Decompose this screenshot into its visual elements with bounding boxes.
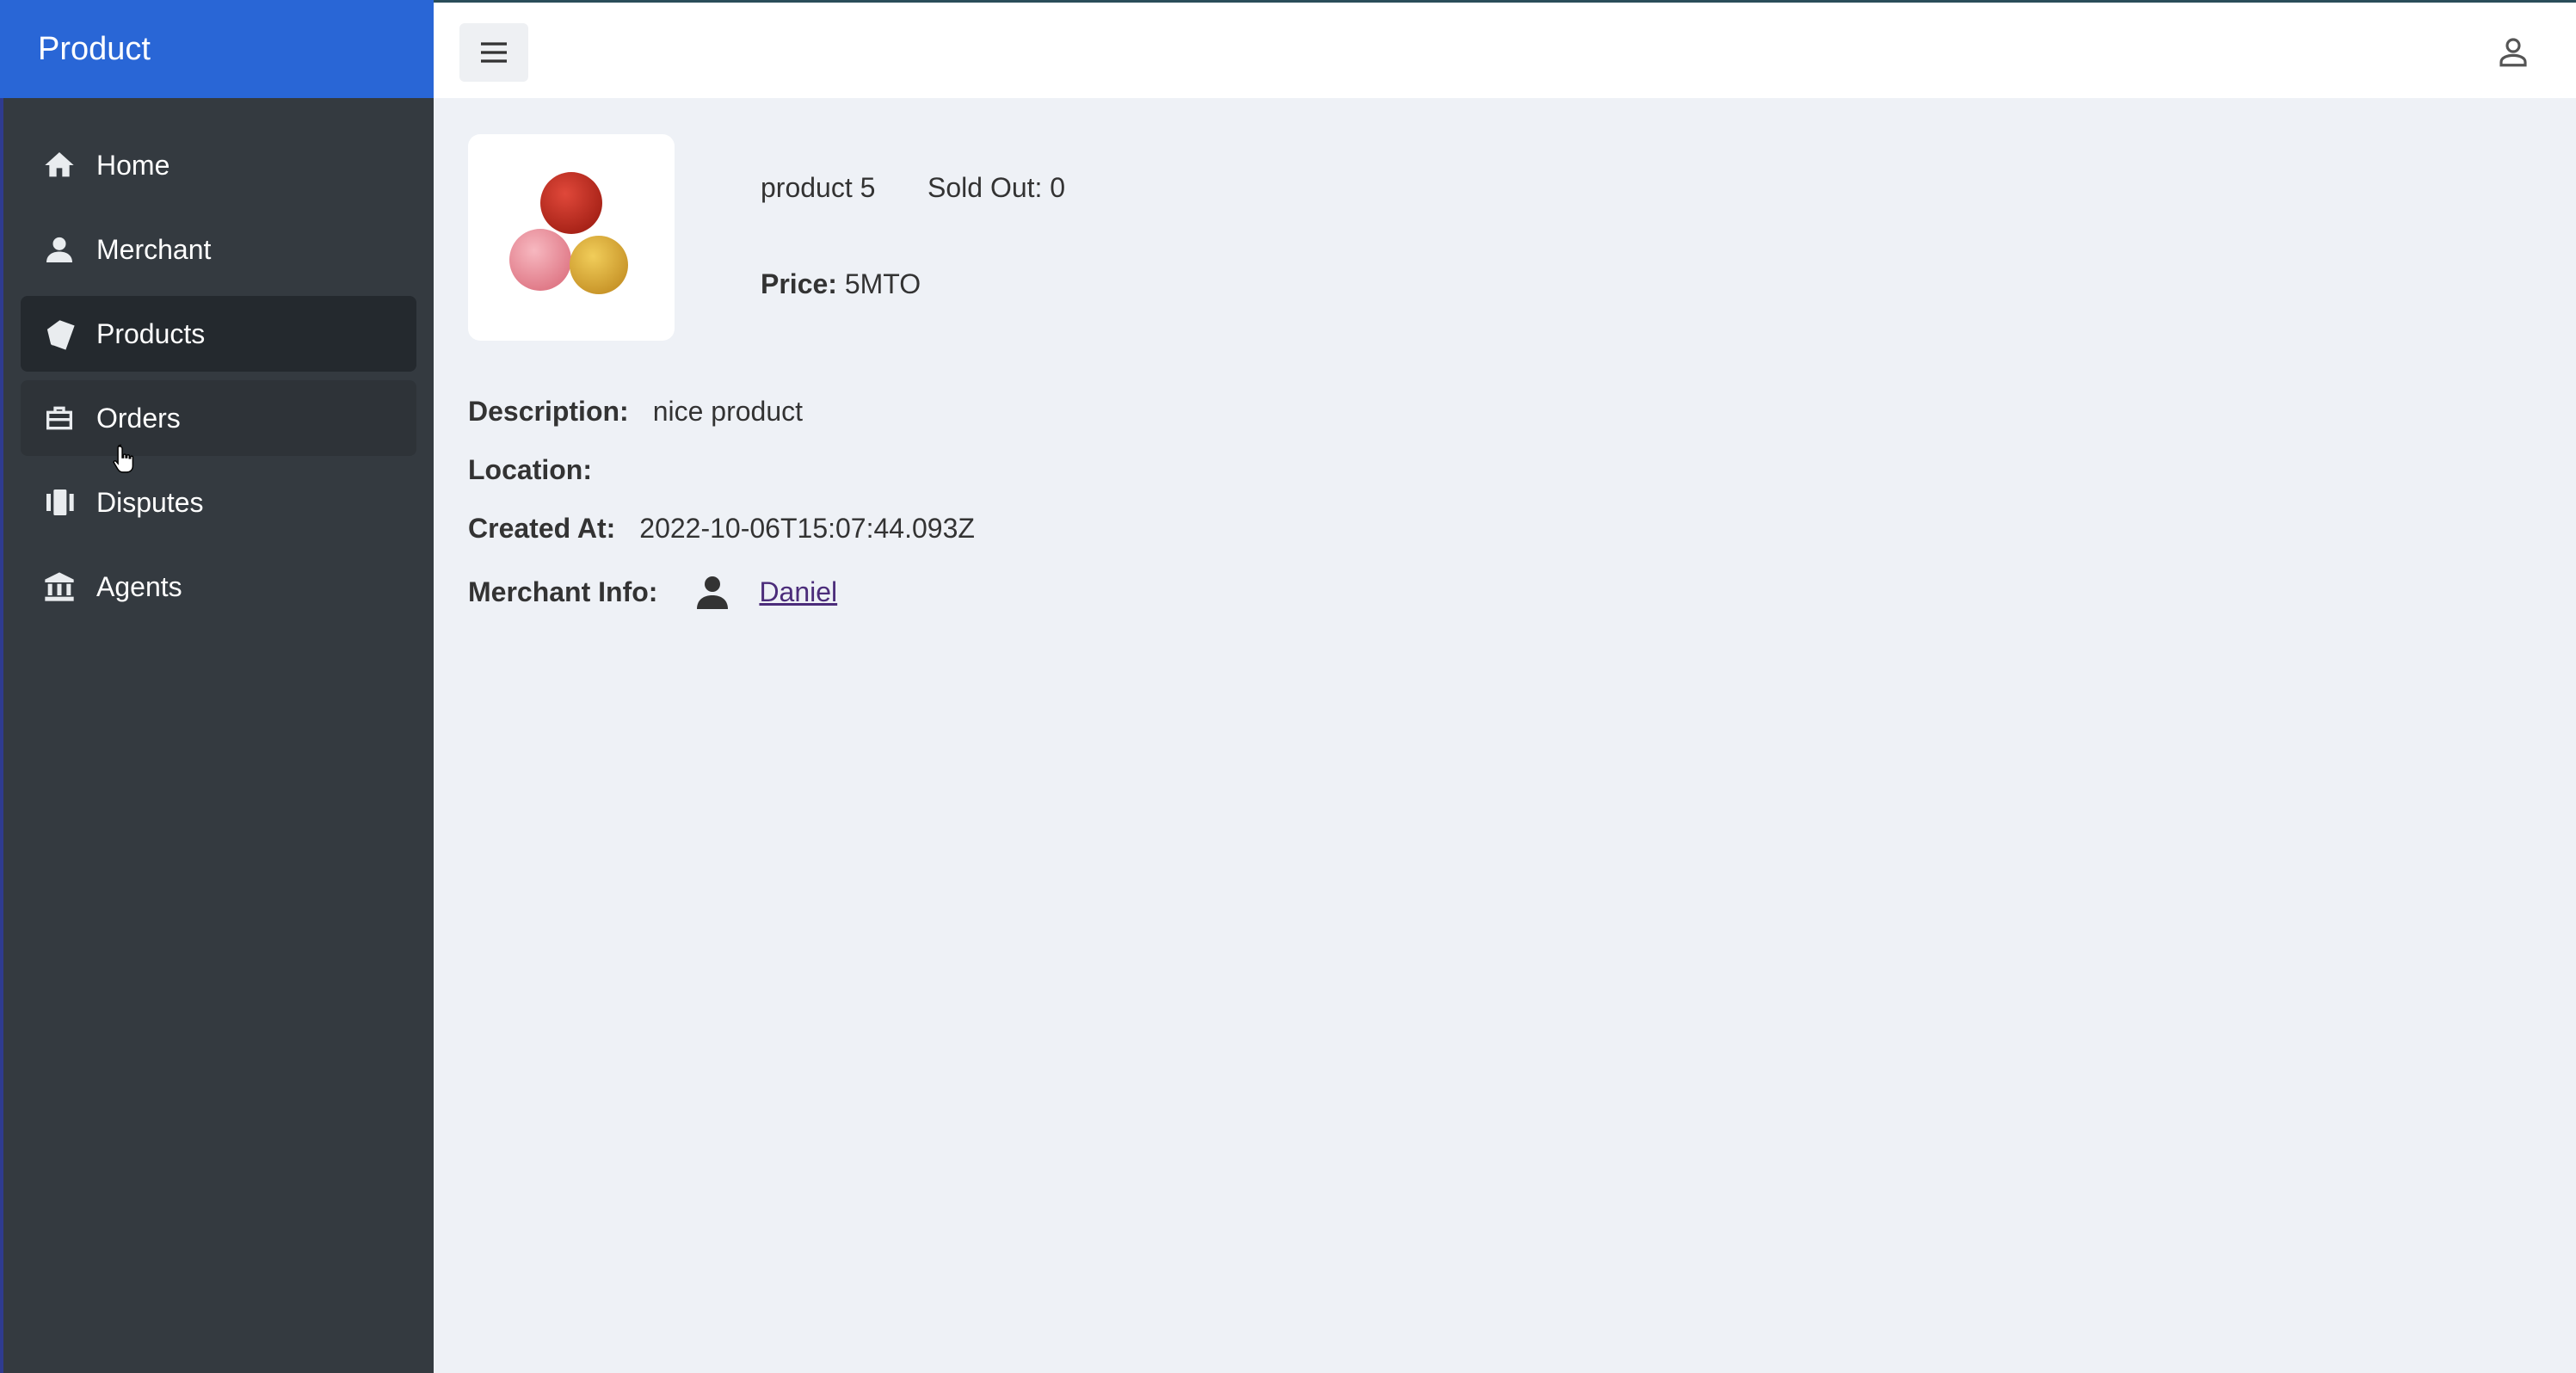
description-value: nice product	[652, 396, 804, 427]
bank-icon	[41, 569, 77, 605]
description-row: Description: nice product	[468, 396, 803, 428]
merchant-link[interactable]: Daniel	[759, 576, 837, 608]
sidebar: Product Home Merchant Products Orders Di…	[0, 0, 434, 1373]
cards-icon	[41, 484, 77, 520]
person-icon	[41, 231, 77, 268]
user-outline-icon	[2499, 38, 2527, 67]
tags-icon	[41, 316, 77, 352]
sidebar-item-label: Merchant	[96, 233, 212, 265]
created-at-label: Created At:	[468, 513, 616, 544]
app-root: Product Home Merchant Products Orders Di…	[0, 0, 2576, 1373]
description-label: Description:	[468, 396, 629, 427]
location-row: Location:	[468, 454, 616, 486]
merchant-info-row: Merchant Info: Daniel	[468, 571, 837, 613]
sidebar-item-label: Disputes	[96, 486, 204, 518]
user-menu-button[interactable]	[2493, 32, 2533, 71]
sidebar-item-merchant[interactable]: Merchant	[21, 212, 416, 287]
hand-cursor-icon	[113, 444, 134, 473]
sidebar-item-home[interactable]: Home	[21, 127, 416, 203]
home-icon	[41, 147, 77, 183]
sidebar-item-label: Products	[96, 317, 206, 349]
sidebar-item-orders[interactable]: Orders	[21, 380, 416, 456]
location-label: Location:	[468, 454, 592, 485]
product-image-card	[468, 134, 675, 341]
briefcase-icon	[41, 400, 77, 436]
merchant-person-icon	[692, 571, 733, 613]
sidebar-item-label: Orders	[96, 402, 181, 434]
yarn-balls-image	[509, 172, 628, 294]
sidebar-title: Product	[38, 30, 151, 67]
price-line: Price: 5MTO	[761, 268, 921, 300]
sidebar-item-disputes[interactable]: Disputes	[21, 465, 416, 540]
topbar	[434, 0, 2576, 98]
menu-toggle-button[interactable]	[459, 23, 528, 82]
price-value: 5MTO	[844, 268, 921, 299]
hamburger-menu-icon	[481, 42, 507, 63]
product-name: product 5	[761, 172, 876, 203]
sidebar-item-label: Agents	[96, 570, 182, 602]
product-detail: product 5 Sold Out: 0 Price: 5MTO Descri…	[434, 98, 2576, 1373]
merchant-info-label: Merchant Info:	[468, 576, 658, 607]
sidebar-brand: Product	[0, 0, 434, 98]
sidebar-nav: Home Merchant Products Orders Disputes A…	[0, 127, 434, 633]
price-label: Price:	[761, 268, 837, 299]
created-at-row: Created At: 2022-10-06T15:07:44.093Z	[468, 513, 975, 545]
sold-out-count: Sold Out: 0	[927, 172, 1066, 203]
sidebar-item-products[interactable]: Products	[21, 296, 416, 372]
sidebar-item-label: Home	[96, 149, 170, 181]
created-at-value: 2022-10-06T15:07:44.093Z	[639, 513, 975, 544]
sidebar-item-agents[interactable]: Agents	[21, 549, 416, 625]
